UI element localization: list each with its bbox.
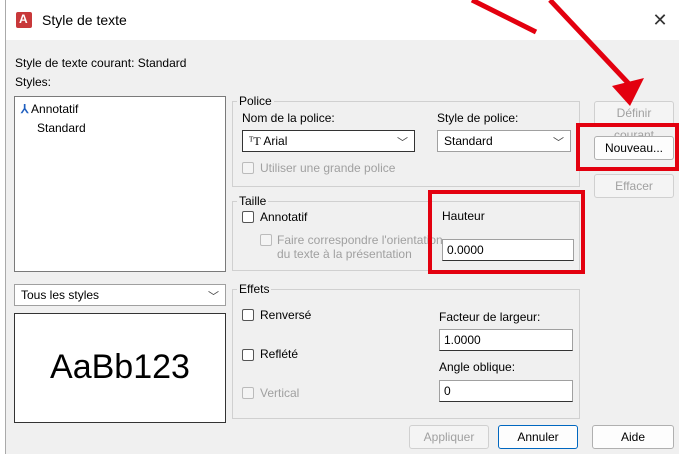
annotation-arrows	[470, 0, 644, 106]
arrow-line-right	[548, 0, 632, 87]
arrow-line-left	[470, 0, 538, 35]
arrow-head-icon	[612, 78, 644, 106]
